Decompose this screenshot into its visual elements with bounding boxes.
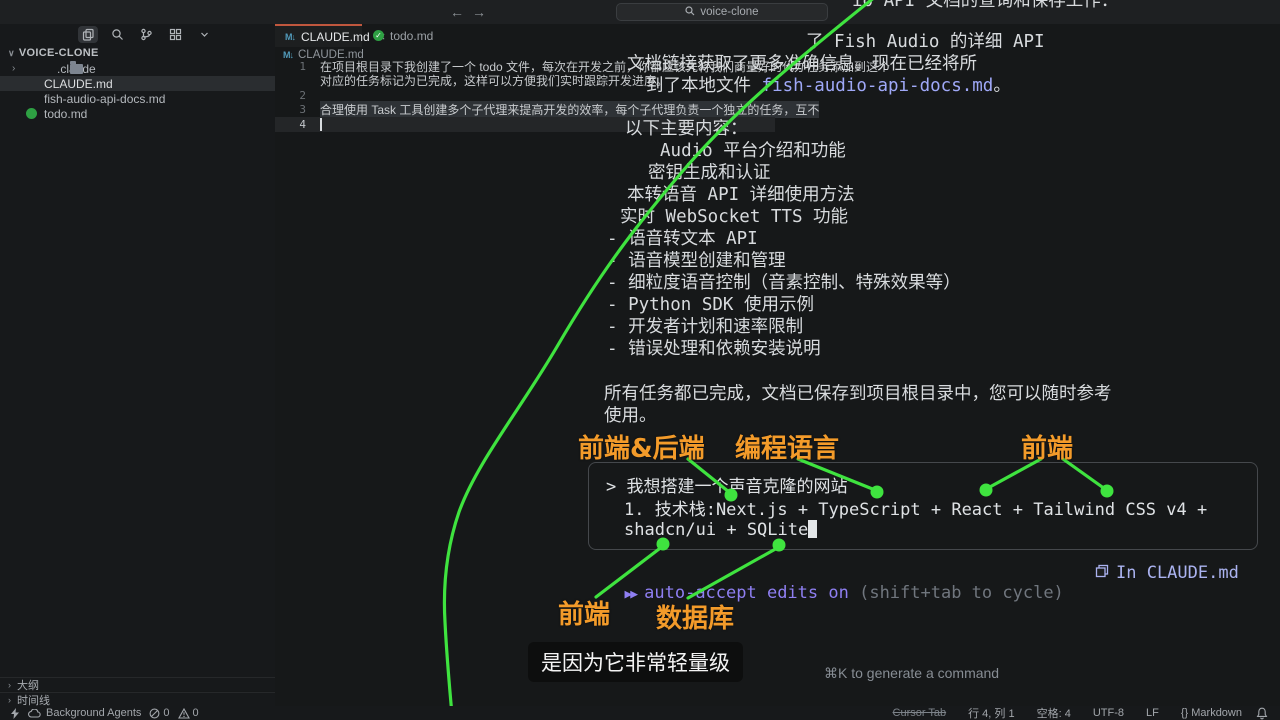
terminal-line: - 细粒度语音控制（音素控制、特殊效果等） bbox=[607, 273, 961, 294]
cmdk-hint: ⌘K to generate a command bbox=[824, 665, 999, 682]
prompt-line-1: > 我想搭建一个声音克隆的网站 bbox=[606, 472, 847, 497]
terminal-line: 实时 WebSocket TTS 功能 bbox=[620, 207, 848, 228]
status-bar-item[interactable]: LF bbox=[1146, 707, 1159, 719]
video-subtitle: 是因为它非常轻量级 bbox=[528, 642, 743, 682]
line-number: 3 bbox=[275, 103, 306, 116]
status-bar-item[interactable]: {} Markdown bbox=[1181, 707, 1242, 719]
in-file-indicator: In CLAUDE.md bbox=[1095, 563, 1239, 583]
file-type-icon bbox=[26, 93, 40, 105]
nav-back-icon[interactable]: ← bbox=[448, 4, 466, 20]
line-number: 4 bbox=[275, 118, 306, 131]
search-icon[interactable] bbox=[107, 26, 127, 43]
cycle-hint: (shift+tab to cycle) bbox=[859, 583, 1064, 603]
timeline-panel-header[interactable]: ›时间线 bbox=[0, 692, 275, 706]
warning-icon bbox=[178, 708, 190, 719]
search-icon bbox=[685, 6, 695, 19]
copy-icon[interactable] bbox=[78, 26, 98, 43]
status-bar-item[interactable]: UTF-8 bbox=[1093, 707, 1124, 719]
status-bar-item[interactable]: 空格: 4 bbox=[1037, 705, 1071, 720]
terminal-line: Audio 平台介绍和功能 bbox=[660, 141, 846, 162]
app-window: { "app": { "search_value": "voice-clone"… bbox=[0, 0, 1280, 720]
tab-claude-md[interactable]: M↓ CLAUDE.md × bbox=[275, 24, 362, 47]
status-bar: Background Agents 0 0 Cursor Tab 行 4, 列 … bbox=[0, 706, 1280, 720]
terminal-line: - 错误处理和依赖安装说明 bbox=[607, 339, 821, 360]
tab-label: todo.md bbox=[390, 29, 433, 43]
file-type-icon bbox=[70, 64, 83, 74]
annotation-frontend-backend: 前端&后端 bbox=[578, 428, 705, 465]
status-bar-item[interactable]: 行 4, 列 1 bbox=[968, 705, 1014, 720]
status-bar-left: Background Agents 0 0 bbox=[0, 707, 199, 719]
annotation-frontend-top: 前端 bbox=[1021, 428, 1073, 465]
file-name: fish-audio-api-docs.md bbox=[44, 92, 165, 106]
tab-label: CLAUDE.md bbox=[301, 30, 370, 44]
terminal-cursor bbox=[808, 520, 817, 538]
file-link: fish-audio-api-docs.md bbox=[762, 76, 994, 96]
search-value: voice-clone bbox=[700, 6, 758, 18]
terminal-line: 本转语音 API 详细使用方法 bbox=[627, 185, 855, 206]
file-tree-item[interactable]: todo.md bbox=[0, 106, 275, 121]
overlap-squares-icon bbox=[1095, 563, 1109, 583]
editor-tab-bar: M↓ CLAUDE.md × ✓ todo.md bbox=[275, 24, 1280, 47]
tab-todo-md[interactable]: ✓ todo.md bbox=[363, 24, 443, 47]
terminal-line: - 语音模型创建和管理 bbox=[607, 251, 786, 272]
sidebar-toolbar bbox=[78, 26, 214, 43]
command-search-box[interactable]: voice-clone bbox=[616, 3, 828, 21]
editor-line[interactable]: 对应的任务标记为已完成，这样可以方便我们实时跟踪开发进度。 bbox=[275, 74, 775, 89]
folder-chevron-icon: › bbox=[12, 63, 15, 74]
file-tree-item[interactable]: › .claude bbox=[0, 61, 275, 76]
line-number: 2 bbox=[275, 89, 306, 102]
editor-caret bbox=[320, 118, 322, 131]
editor-line-text: 合理使用 Task 工具创建多个子代理来提高开发的效率，每个子代理负责一个独立的… bbox=[320, 101, 819, 118]
file-tree: › .claude CLAUDE.md fish-audio-api-docs.… bbox=[0, 61, 275, 121]
line-number: 1 bbox=[275, 60, 306, 73]
source-control-branch-icon[interactable] bbox=[136, 26, 156, 43]
file-type-icon bbox=[26, 78, 40, 90]
terminal-line: 使用。 bbox=[604, 406, 657, 427]
bell-icon[interactable] bbox=[1256, 707, 1280, 720]
terminal-line: - 开发者计划和速率限制 bbox=[607, 317, 803, 338]
file-name: CLAUDE.md bbox=[44, 77, 113, 91]
title-bar: ← → voice-clone bbox=[0, 0, 1280, 24]
annotation-programming-language: 编程语言 bbox=[735, 428, 839, 465]
problems-indicator[interactable]: 0 0 bbox=[149, 707, 198, 719]
status-bar-right: Cursor Tab 行 4, 列 1 空格: 4 UTF-8 LF {} Ma… bbox=[893, 705, 1256, 720]
explorer-project-header[interactable]: ∨VOICE-CLONE bbox=[8, 47, 99, 59]
fast-forward-icon: ▶▶ bbox=[624, 587, 636, 602]
editor-line-text: 对应的任务标记为已完成，这样可以方便我们实时跟踪开发进度。 bbox=[320, 72, 668, 89]
editor-line[interactable]: 3 合理使用 Task 工具创建多个子代理来提高开发的效率，每个子代理负责一个独… bbox=[275, 103, 775, 118]
remote-connect-icon[interactable] bbox=[10, 708, 20, 719]
editor-pane[interactable]: 1 在项目根目录下我创建了一个 todo 文件，每次在开发之前，你都应该先将我们… bbox=[275, 59, 775, 132]
annotation-database: 数据库 bbox=[656, 598, 734, 635]
terminal-line: - Python SDK 使用示例 bbox=[607, 295, 814, 316]
prompt-line-3: shadcn/ui + SQLite bbox=[624, 517, 817, 540]
error-icon bbox=[149, 708, 160, 719]
chevron-right-icon: › bbox=[8, 695, 11, 705]
status-bar-item[interactable]: Cursor Tab bbox=[893, 707, 947, 719]
file-type-icon bbox=[26, 108, 37, 119]
check-circle-icon: ✓ bbox=[373, 30, 384, 41]
chevron-down-icon[interactable] bbox=[194, 26, 214, 43]
cloud-icon bbox=[28, 709, 41, 718]
sidebar bbox=[0, 24, 275, 677]
terminal-line: 所有任务都已完成，文档已保存到项目根目录中，您可以随时参考 bbox=[604, 384, 1112, 405]
outline-panel-header[interactable]: ›大纲 bbox=[0, 677, 275, 691]
terminal-line: 密钥生成和认证 bbox=[648, 163, 771, 184]
file-tree-item[interactable]: fish-audio-api-docs.md bbox=[0, 91, 275, 106]
annotation-frontend-bottom: 前端 bbox=[558, 594, 610, 631]
auto-accept-status[interactable]: ▶▶auto-accept edits on (shift+tab to cyc… bbox=[604, 563, 1064, 603]
chevron-right-icon: › bbox=[8, 680, 11, 690]
file-name: todo.md bbox=[44, 107, 87, 121]
background-agents-button[interactable]: Background Agents bbox=[28, 707, 141, 719]
file-tree-item[interactable]: CLAUDE.md bbox=[0, 76, 275, 91]
extensions-grid-icon[interactable] bbox=[165, 26, 185, 43]
nav-forward-icon[interactable]: → bbox=[470, 4, 488, 20]
markdown-icon: M↓ bbox=[285, 32, 295, 42]
editor-line[interactable]: 4 bbox=[275, 117, 775, 132]
terminal-line: - 语音转文本 API bbox=[607, 229, 758, 250]
